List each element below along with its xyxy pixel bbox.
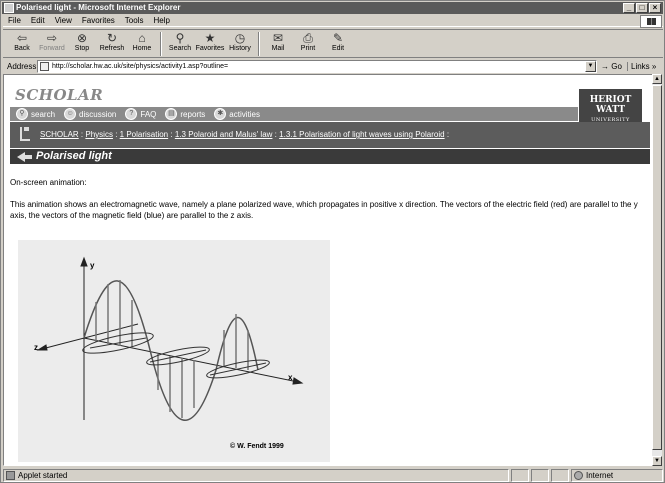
applet-icon [6,470,15,480]
refresh-button[interactable]: ↻ Refresh [97,30,127,58]
menu-edit[interactable]: Edit [26,15,50,27]
mail-button[interactable]: ✉ Mail [263,30,293,58]
reports-icon: ▤ [165,108,178,120]
status-bar: Applet started Internet [3,468,663,482]
menu-tools[interactable]: Tools [120,15,149,27]
menu-help[interactable]: Help [148,15,174,27]
nav-discussion[interactable]: ☺ discussion [64,108,116,120]
address-dropdown-icon[interactable]: ▼ [585,60,596,72]
search-icon: ⚲ [16,108,28,120]
electric-field-wave [83,280,259,421]
status-cell [551,468,569,482]
title-bar: Polarised light - Microsoft Internet Exp… [2,2,663,14]
y-axis-arrow [80,256,88,267]
window-title: Polarised light - Microsoft Internet Exp… [16,3,181,12]
breadcrumb-polaroid[interactable]: 1.3 Polaroid and Malus' law [175,130,273,139]
page-title-bar: Polarised light [10,149,650,164]
tree-icon [20,127,30,141]
menu-view[interactable]: View [50,15,77,27]
breadcrumb-polaroid-waves[interactable]: 1.3.1 Polarisation of light waves using … [279,130,444,139]
java-applet[interactable]: y z x © W. Fendt 1999 [18,240,330,462]
magnetic-vectors [82,332,270,379]
maximize-button[interactable]: □ [636,3,648,13]
z-axis-label: z [34,343,38,352]
page-icon [40,61,49,71]
menu-file[interactable]: File [3,15,26,27]
x-axis-label: x [288,373,293,382]
activities-icon: ✱ [214,108,227,120]
toolbar-separator [160,32,162,56]
breadcrumb: SCHOLAR : Physics : 1 Polarisation : 1.3… [10,122,650,148]
back-arrow-icon[interactable] [17,152,32,162]
stop-button[interactable]: ⊗ Stop [67,30,97,58]
nav-search[interactable]: ⚲ search [16,108,55,120]
scroll-down-icon[interactable]: ▼ [652,456,662,466]
breadcrumb-polarisation[interactable]: 1 Polarisation [120,130,168,139]
print-button[interactable]: ⎙ Print [293,30,323,58]
breadcrumb-physics[interactable]: Physics [85,130,113,139]
applet-credit: © W. Fendt 1999 [230,442,284,450]
refresh-icon: ↻ [106,31,118,45]
back-button[interactable]: ⇦ Back [7,30,37,58]
nav-activities[interactable]: ✱ activities [214,108,260,120]
nav-faq[interactable]: ? FAQ [125,108,156,120]
ie-icon [4,3,14,13]
people-icon: ☺ [64,108,77,120]
search-icon: ⚲ [175,31,185,45]
address-bar: Address http://scholar.hw.ac.uk/site/phy… [3,59,663,73]
electric-vectors [95,280,249,418]
menu-favorites[interactable]: Favorites [77,15,120,27]
forward-arrow-icon: ⇨ [46,31,58,45]
wave-animation: y z x © W. Fendt 1999 [34,256,304,450]
y-axis-label: y [90,261,95,270]
scroll-thumb[interactable] [652,85,662,450]
breadcrumb-scholar[interactable]: SCHOLAR [40,130,79,139]
go-button[interactable]: → Go [597,62,627,71]
address-label: Address [7,61,37,71]
home-icon: ⌂ [138,31,146,45]
nav-reports[interactable]: ▤ reports [165,108,205,120]
globe-icon [574,470,583,480]
status-cell [531,468,549,482]
home-button[interactable]: ⌂ Home [127,30,157,58]
question-icon: ? [125,108,138,120]
x-axis-arrow [292,377,304,385]
back-arrow-icon: ⇦ [16,31,28,45]
forward-button[interactable]: ⇨ Forward [37,30,67,58]
windows-logo-icon [640,15,662,28]
print-icon: ⎙ [303,31,313,45]
status-text: Applet started [3,468,509,482]
browser-window: Polarised light - Microsoft Internet Exp… [0,0,665,483]
search-button[interactable]: ⚲ Search [165,30,195,58]
favorites-icon: ★ [204,31,216,45]
z-axis-arrow [36,344,48,351]
menu-bar: File Edit View Favorites Tools Help [3,15,663,27]
toolbar-separator [258,32,260,56]
edit-icon: ✎ [332,31,344,45]
favorites-button[interactable]: ★ Favorites [195,30,225,58]
minimize-button[interactable]: _ [623,3,635,13]
address-url: http://scholar.hw.ac.uk/site/physics/act… [52,62,229,70]
history-icon: ◷ [234,31,246,45]
status-cell [511,468,529,482]
edit-button[interactable]: ✎ Edit [323,30,353,58]
close-button[interactable]: × [649,3,661,13]
scroll-up-icon[interactable]: ▲ [652,74,662,84]
scholar-logo: SCHOLAR [15,86,104,104]
intro-text: On-screen animation: [10,178,87,187]
toolbar: ⇦ Back ⇨ Forward ⊗ Stop ↻ Refresh ⌂ Home ⚲ Sea… [3,29,663,58]
site-nav: ⚲ search ☺ discussion ? FAQ ▤ reports ✱ activ… [10,107,578,121]
stop-icon: ⊗ [76,31,88,45]
security-zone: Internet [571,468,663,482]
vertical-scrollbar[interactable]: ▲ ▼ [652,74,662,466]
links-button[interactable]: Links » [627,61,657,71]
address-input[interactable]: http://scholar.hw.ac.uk/site/physics/act… [37,59,597,73]
page-content: SCHOLAR HERIOT WATT UNIVERSITY ⚲ search ☺… [3,74,655,466]
mail-icon: ✉ [272,31,284,45]
description-text: This animation shows an electromagnetic … [10,200,638,220]
history-button[interactable]: ◷ History [225,30,255,58]
page-title: Polarised light [36,150,112,162]
